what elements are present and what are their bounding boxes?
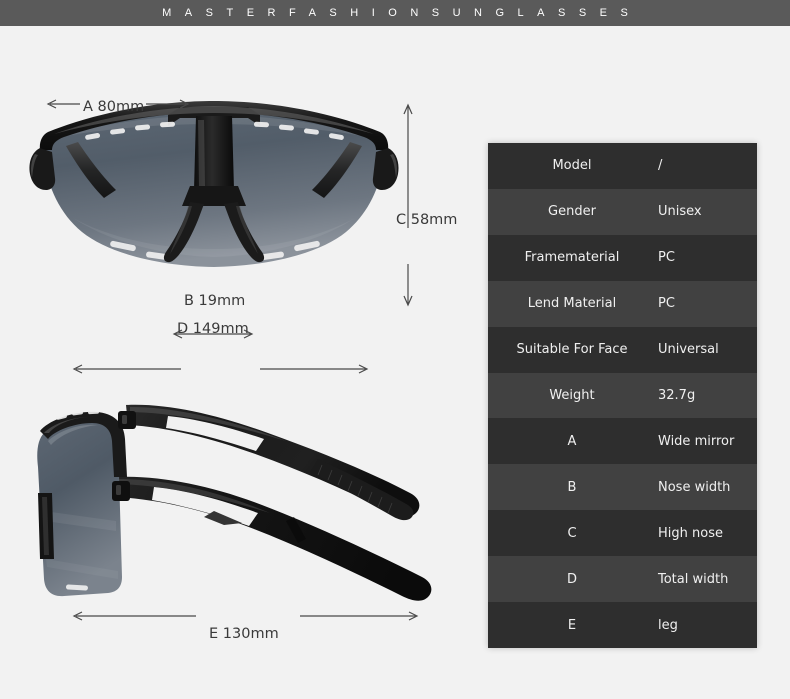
spec-value: PC	[658, 296, 675, 312]
spec-key: Model	[552, 158, 592, 174]
spec-key: Lend Material	[527, 296, 617, 312]
spec-key: Suitable For Face	[516, 342, 628, 358]
table-row: D Total width	[488, 556, 757, 603]
spec-key: Weight	[549, 387, 595, 403]
dimension-label-d: D 149mm	[177, 321, 249, 337]
dimension-line-e	[72, 611, 419, 621]
dimension-line-c	[403, 103, 413, 307]
table-row: Model /	[488, 143, 757, 189]
spec-value: Wide mirror	[658, 433, 735, 449]
table-row: Framematerial PC	[488, 234, 757, 281]
specification-table: Model / Gender Unisex Framematerial PC Lend Ma…	[488, 143, 757, 648]
table-row: Lend Material PC	[488, 280, 757, 327]
front-right-hinge	[372, 148, 399, 190]
spec-key: D	[566, 571, 577, 587]
table-row: Eleg	[488, 602, 757, 648]
spec-value: Nose width	[658, 479, 731, 495]
brand-banner-text: MASTERFASHIONSUNGLASSES	[162, 7, 642, 19]
spec-value: Universal	[658, 342, 719, 358]
spec-key: C	[567, 525, 577, 541]
table-row: Suitable For Face Universal	[488, 326, 757, 373]
spec-key: Gender	[548, 204, 596, 220]
spec-value: Total width	[658, 571, 729, 587]
front-left-hinge	[29, 148, 56, 190]
table-row: B Nose width	[488, 464, 757, 511]
spec-value: leg	[658, 617, 678, 633]
dimension-line-d	[72, 364, 369, 374]
sunglasses-side-view-figure	[18, 381, 468, 626]
spec-key: Framematerial	[524, 250, 620, 266]
sunglasses-front-view-svg	[29, 99, 413, 374]
product-spec-stage: A 80mm B 19mm C 58mm D 149mm E 130mm Mod…	[0, 26, 790, 699]
spec-value: High nose	[658, 525, 723, 541]
table-row: C High nose	[488, 510, 757, 557]
dimension-label-a: A 80mm	[83, 99, 145, 115]
spec-key: A	[567, 433, 577, 449]
dimension-label-e: E 130mm	[209, 626, 279, 642]
sunglasses-front-view-figure	[18, 86, 468, 374]
brand-banner: MASTERFASHIONSUNGLASSES	[0, 0, 790, 26]
table-row: Gender Unisex	[488, 188, 757, 235]
dimension-label-c: C 58mm	[396, 212, 458, 228]
spec-value: Unisex	[658, 204, 702, 220]
spec-key: E	[567, 617, 577, 633]
sunglasses-side-view-svg	[37, 404, 432, 621]
spec-value: PC	[658, 250, 675, 266]
table-row: A Wide mirror	[488, 418, 757, 465]
spec-value: 32.7g	[658, 387, 696, 403]
dimension-label-b: B 19mm	[184, 293, 246, 309]
spec-value: /	[658, 158, 663, 174]
table-row: Weight 32.7g	[488, 372, 757, 419]
spec-key: B	[567, 479, 577, 495]
